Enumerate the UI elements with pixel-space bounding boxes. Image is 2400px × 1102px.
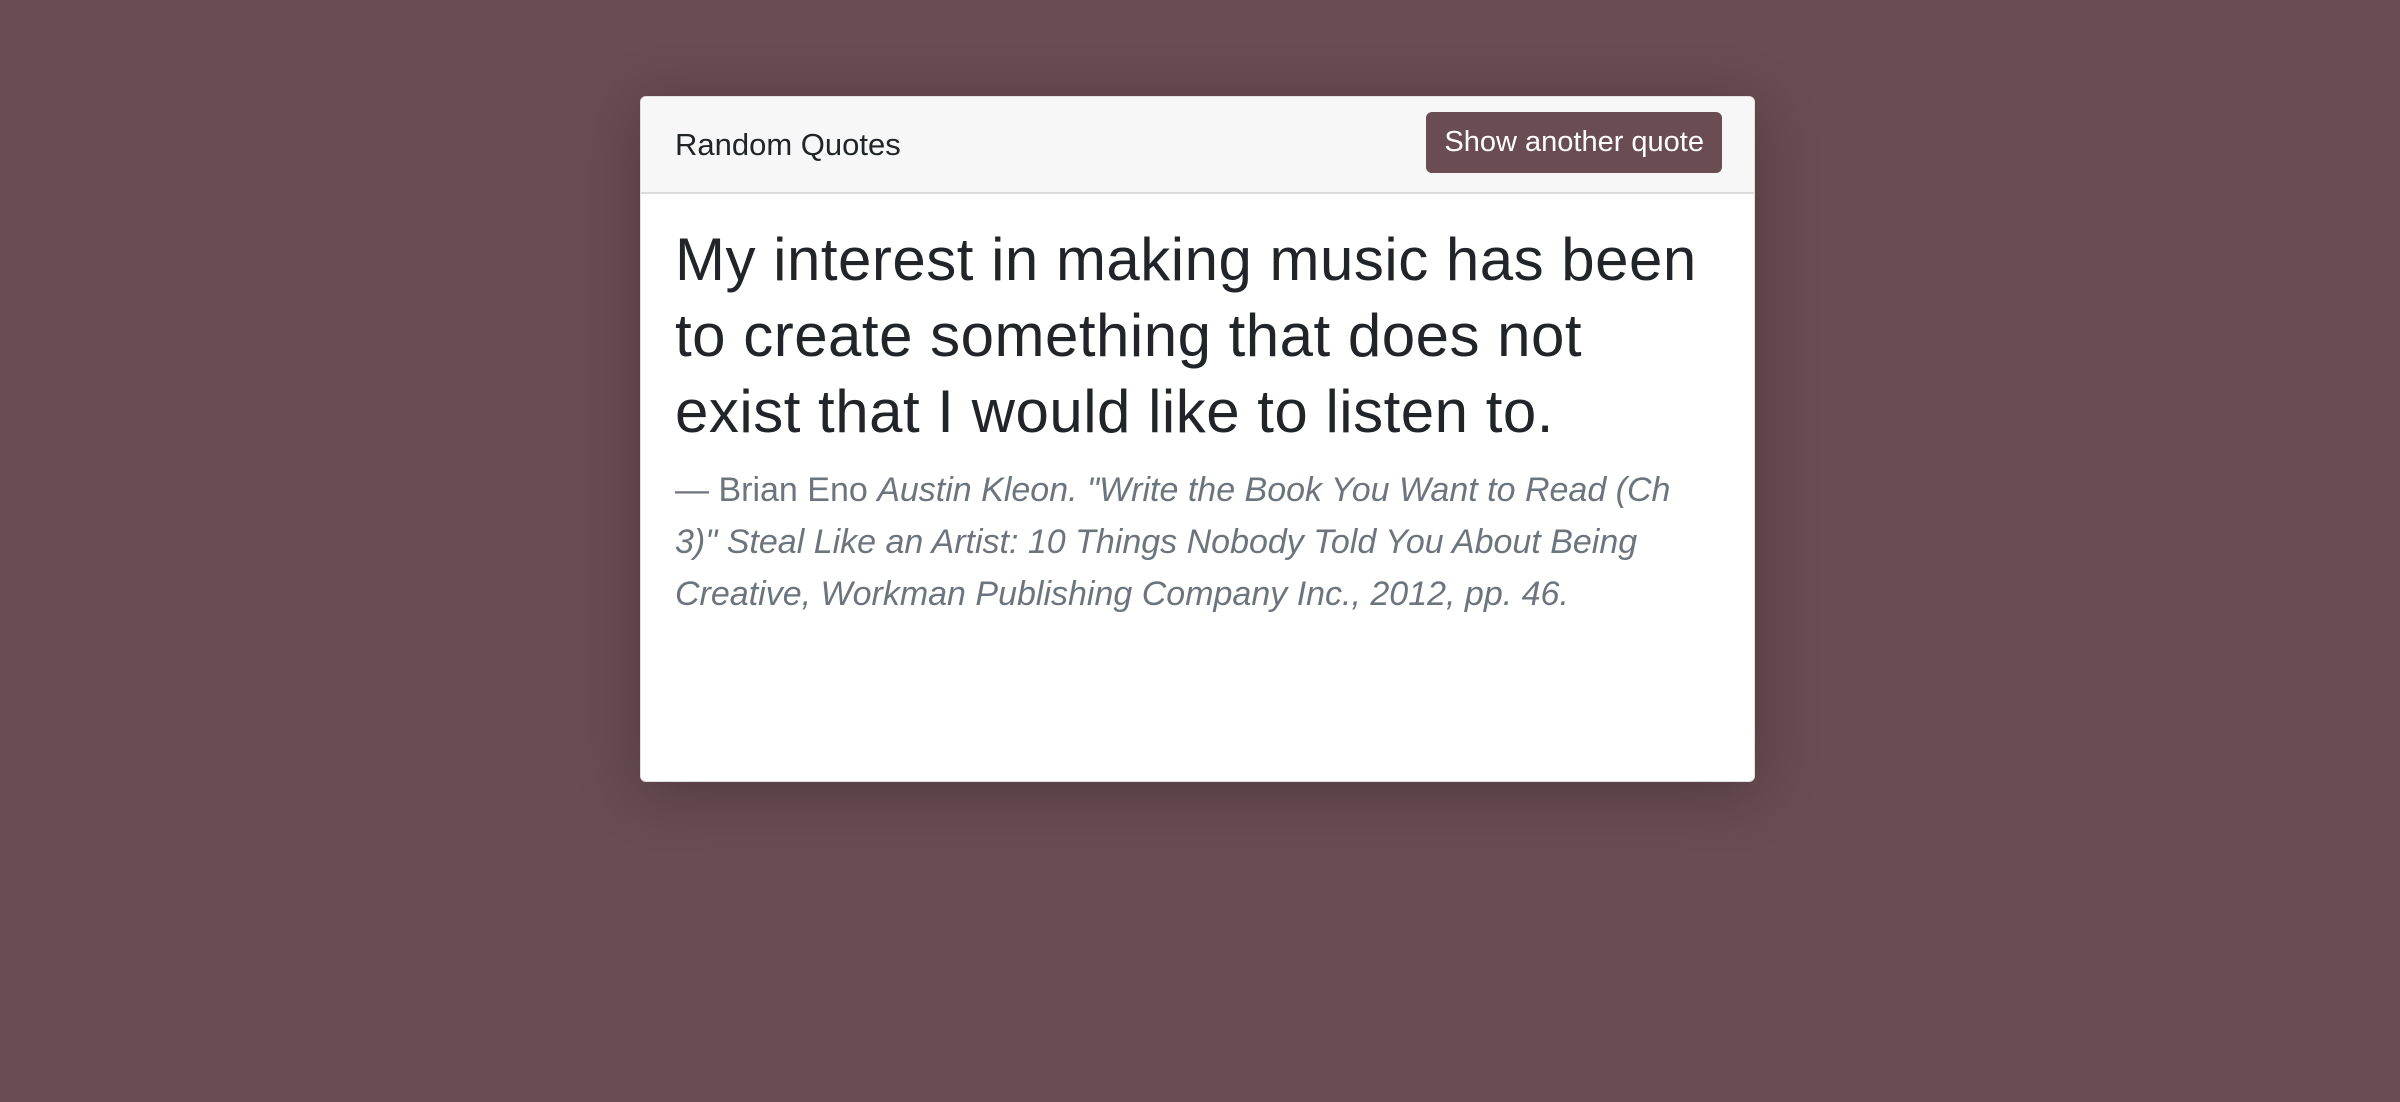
quote-citation: — Brian Eno Austin Kleon. "Write the Boo… — [675, 464, 1720, 620]
app-title: Random Quotes — [675, 126, 901, 162]
show-another-quote-button[interactable]: Show another quote — [1426, 112, 1722, 173]
card-body: My interest in making music has been to … — [641, 194, 1754, 648]
quote-card: Random Quotes Show another quote My inte… — [640, 96, 1755, 782]
quote-author: — Brian Eno — [675, 471, 868, 509]
quote-text: My interest in making music has been to … — [675, 226, 1697, 445]
card-header: Random Quotes Show another quote — [641, 97, 1754, 194]
